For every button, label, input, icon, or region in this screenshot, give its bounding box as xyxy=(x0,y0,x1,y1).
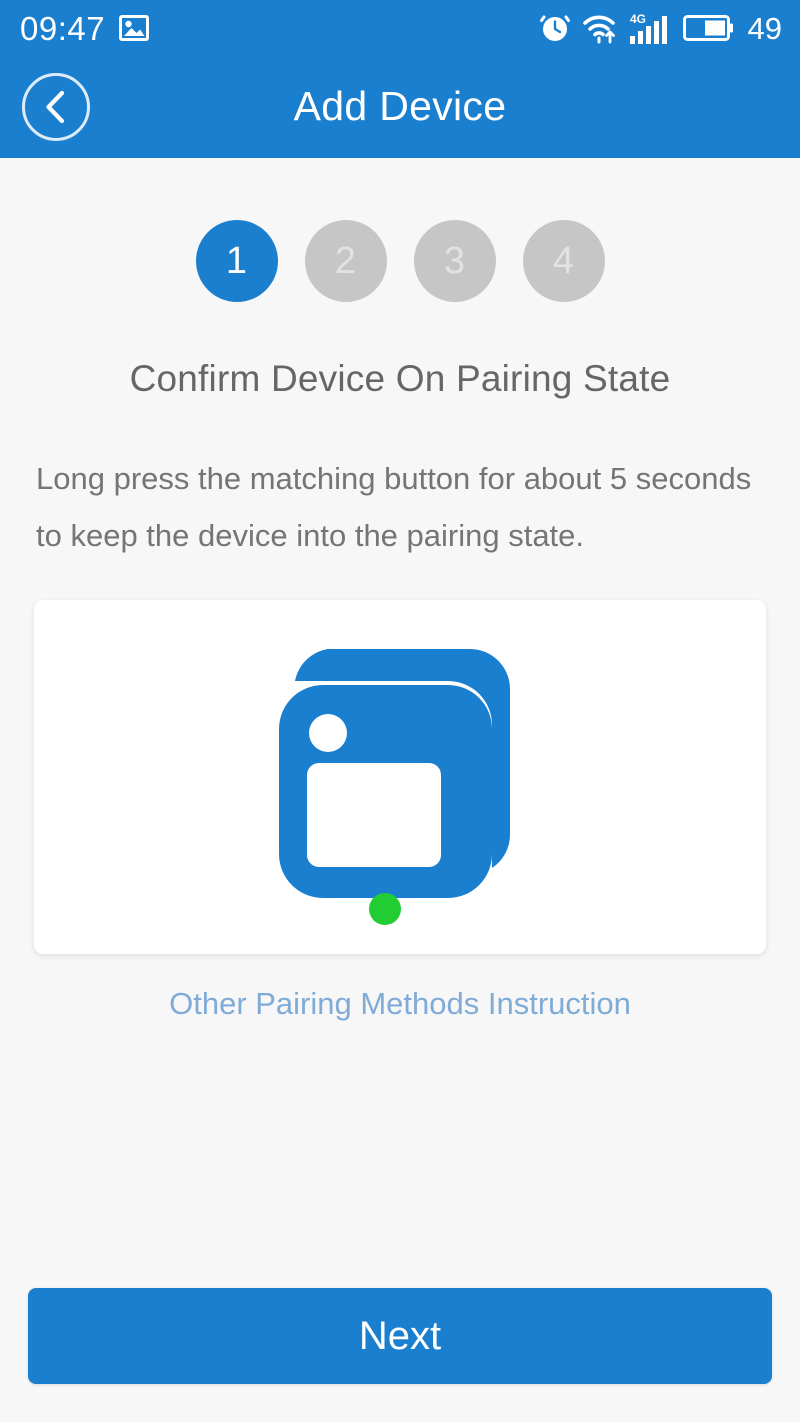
signal-bars-icon: 4G xyxy=(629,12,670,45)
step-indicator-2[interactable]: 2 xyxy=(304,220,387,302)
chevron-left-icon xyxy=(42,90,70,124)
next-button[interactable]: Next xyxy=(28,1288,772,1384)
wifi-icon xyxy=(582,12,617,44)
step-indicator-1[interactable]: 1 xyxy=(195,220,278,302)
device-illustration-card xyxy=(34,600,766,954)
app-bar: Add Device xyxy=(0,56,800,158)
status-bar-right: 4G 49 xyxy=(539,10,782,46)
alarm-clock-icon xyxy=(539,12,570,44)
gallery-icon xyxy=(119,15,150,41)
svg-text:4G: 4G xyxy=(630,12,646,26)
section-title: Confirm Device On Pairing State xyxy=(129,358,671,399)
section-description: Long press the matching button for about… xyxy=(36,461,752,553)
step-indicator-4[interactable]: 4 xyxy=(522,220,605,302)
back-button[interactable] xyxy=(22,72,90,141)
step-indicator: 1 2 3 4 xyxy=(34,220,766,302)
battery-icon xyxy=(682,14,733,42)
other-pairing-methods-link[interactable]: Other Pairing Methods Instruction xyxy=(34,986,766,1022)
main-content: 1 2 3 4 Confirm Device On Pairing State … xyxy=(0,220,800,1022)
device-stack-icon xyxy=(265,637,535,925)
status-time: 09:47 xyxy=(20,9,106,47)
status-bar: 09:47 4G 49 xyxy=(0,0,800,56)
page-title: Add Device xyxy=(293,83,507,129)
step-indicator-3[interactable]: 3 xyxy=(413,220,496,302)
battery-percent-label: 49 xyxy=(747,10,782,46)
status-bar-left: 09:47 xyxy=(20,9,150,47)
